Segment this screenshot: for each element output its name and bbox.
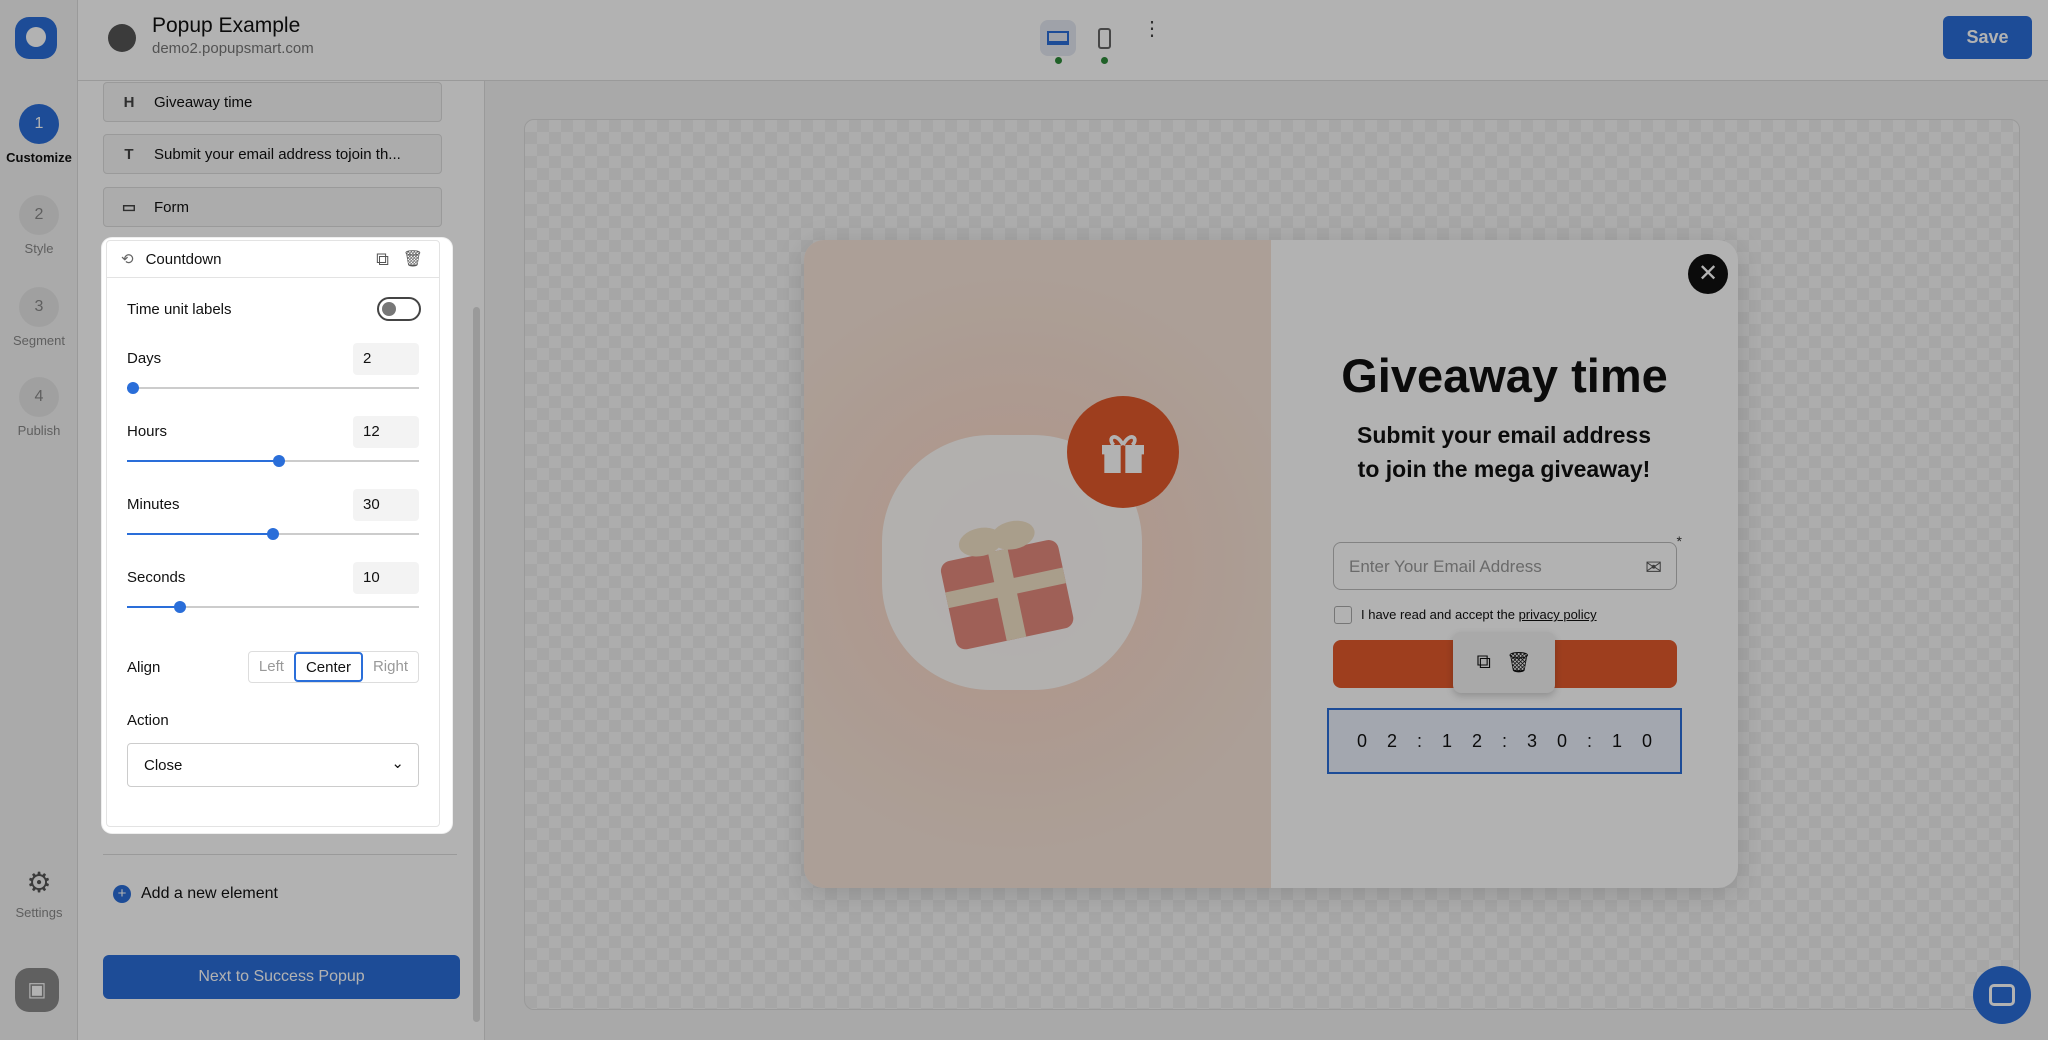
trash-icon[interactable]: 🗑 [403, 249, 423, 269]
days-input[interactable]: 2 [353, 343, 419, 375]
action-select[interactable]: Close ⌄ [127, 743, 419, 787]
action-value: Close [144, 757, 183, 774]
time-unit-labels-toggle[interactable] [377, 297, 421, 321]
seconds-input[interactable]: 10 [353, 562, 419, 594]
slider-fill [127, 606, 180, 608]
history-icon: ⟲ [121, 251, 134, 268]
align-label: Align [127, 659, 161, 676]
slider-handle[interactable] [272, 455, 285, 467]
slider-handle[interactable] [173, 601, 186, 613]
hours-slider[interactable] [127, 455, 419, 467]
slider-fill [127, 460, 279, 462]
duplicate-icon[interactable]: ⧉ [376, 249, 389, 270]
days-slider[interactable] [126, 382, 419, 394]
countdown-label: Countdown [145, 250, 222, 268]
hours-label: Hours [127, 423, 168, 440]
slider-handle[interactable] [126, 382, 139, 394]
align-right-option[interactable]: Right [363, 652, 418, 682]
action-label: Action [127, 712, 169, 729]
days-label: Days [127, 350, 162, 367]
align-center-option[interactable]: Center [293, 652, 363, 682]
slider-fill [127, 533, 273, 535]
chevron-down-icon: ⌄ [391, 755, 404, 772]
minutes-input[interactable]: 30 [353, 489, 419, 521]
countdown-settings-card: ⟲ Countdown ⧉ 🗑 Time unit labels Days 2 H… [102, 238, 452, 833]
toggle-knob [382, 302, 396, 316]
slider-handle[interactable] [267, 528, 279, 540]
align-left-option[interactable]: Left [249, 652, 294, 682]
minutes-label: Minutes [127, 496, 180, 513]
countdown-element-header[interactable]: ⟲ Countdown ⧉ 🗑 [107, 241, 439, 278]
time-unit-labels-label: Time unit labels [127, 301, 232, 318]
align-segmented-control: Left Center Right [247, 651, 419, 683]
seconds-label: Seconds [127, 569, 186, 586]
seconds-slider[interactable] [127, 601, 419, 613]
minutes-slider[interactable] [127, 528, 419, 540]
hours-input[interactable]: 12 [353, 416, 419, 448]
